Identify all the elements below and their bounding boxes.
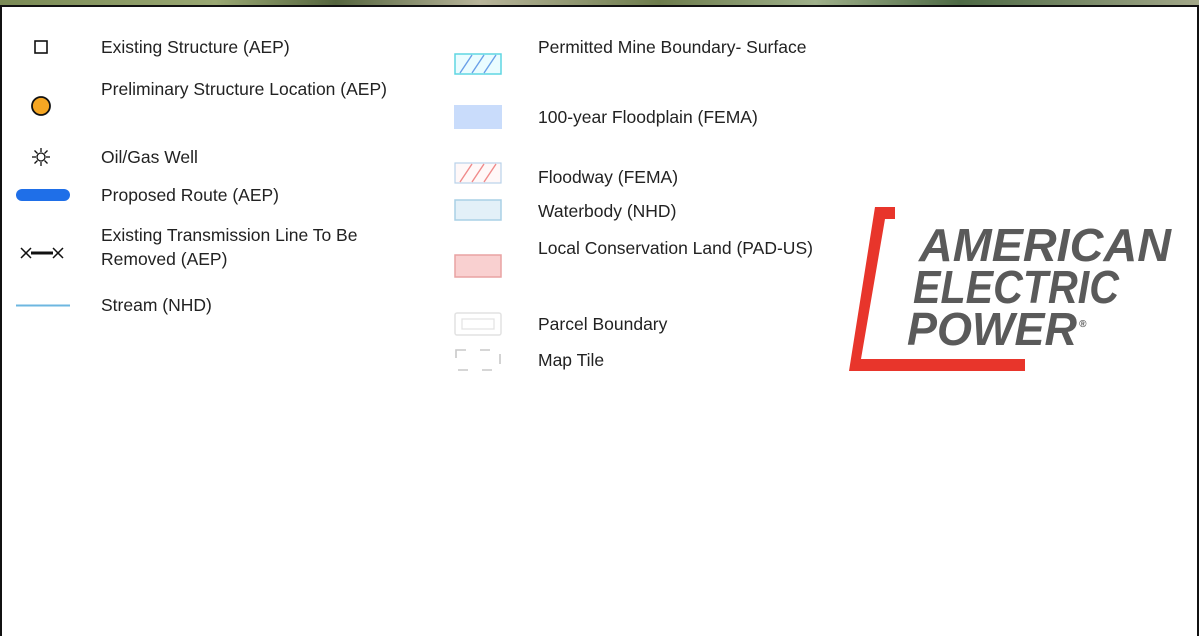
legend-panel: Existing Structure (AEP) Preliminary Str… [0, 5, 1199, 636]
legend-label: Proposed Route (AEP) [101, 185, 280, 205]
legend-label: Parcel Boundary [538, 314, 668, 334]
well-sun-icon [31, 147, 51, 167]
pink-box-icon [454, 254, 502, 278]
aep-logo: AMERICAN ELECTRIC POWER ® [847, 205, 1177, 375]
legend-label: Waterbody (NHD) [538, 201, 677, 221]
legend-label: Oil/Gas Well [101, 147, 198, 167]
legend-label: Permitted Mine Boundary- Surface [538, 37, 807, 57]
legend-label: Existing Structure (AEP) [101, 37, 290, 57]
legend-label: Local Conservation Land (PAD-US) [538, 238, 813, 258]
dashed-box-icon [454, 348, 502, 372]
teal-hatch-icon [454, 53, 502, 75]
light-blue-box-icon [454, 199, 502, 221]
legend-label: Existing Transmission Line To Be Removed… [101, 225, 358, 269]
blue-fill-icon [454, 105, 502, 129]
legend-label: Map Tile [538, 350, 605, 370]
red-hatch-icon [454, 162, 502, 184]
x-line-x-icon [18, 245, 66, 261]
svg-text:®: ® [1079, 319, 1087, 330]
blue-route-bar-icon [16, 189, 70, 201]
legend-label: Preliminary Structure Location (AEP) [101, 79, 387, 99]
parcel-box-icon [454, 312, 502, 336]
svg-text:POWER: POWER [907, 303, 1077, 355]
legend-label: Stream (NHD) [101, 295, 212, 315]
legend-label: 100-year Floodplain (FEMA) [538, 107, 758, 127]
square-outline-icon [34, 40, 48, 54]
orange-circle-icon [30, 95, 52, 117]
legend-label: Floodway (FEMA) [538, 167, 679, 187]
blue-line-icon [16, 304, 70, 307]
aep-logo-graphic: AMERICAN ELECTRIC POWER ® [849, 207, 1172, 371]
